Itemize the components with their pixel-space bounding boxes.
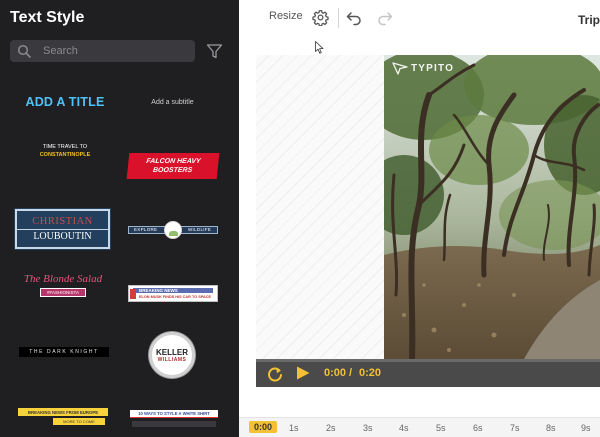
style-tile-white-shirt[interactable]: 10 WAYS TO STYLE A WHITE SHIRT xyxy=(130,410,218,430)
tile-label: BREAKING NEWS xyxy=(139,288,178,293)
tile-label: 10 WAYS TO STYLE A WHITE SHIRT xyxy=(130,410,218,418)
mouse-cursor-icon xyxy=(315,41,324,54)
app: Text Style ADD A TITLE Add a subtitle TI… xyxy=(0,0,600,437)
style-tile-dark-knight[interactable]: THE DARK KNIGHT xyxy=(19,347,109,357)
time-separator: / xyxy=(349,367,353,379)
replay-icon[interactable] xyxy=(266,365,284,383)
tile-thumbnail xyxy=(164,221,182,239)
filter-icon[interactable] xyxy=(206,43,223,60)
timeline-tick[interactable]: 1s xyxy=(289,423,299,433)
tile-label: KELLER xyxy=(156,347,188,357)
panel-title: Text Style xyxy=(10,9,85,26)
timeline-tick[interactable]: 7s xyxy=(510,423,520,433)
style-tile-add-title[interactable]: ADD A TITLE xyxy=(20,92,110,112)
tile-label: MORE TO COME xyxy=(53,418,105,425)
tile-label: CONSTANTINOPLE xyxy=(39,152,91,158)
search-icon xyxy=(17,44,31,58)
play-icon[interactable] xyxy=(296,366,310,380)
watermark-text: TYPITO xyxy=(411,63,455,74)
style-tile-add-subtitle[interactable]: Add a subtitle xyxy=(140,94,205,110)
timeline-tick[interactable]: 4s xyxy=(399,423,409,433)
timeline-tick[interactable]: 2s xyxy=(326,423,336,433)
tile-label: FALCON HEAVY xyxy=(145,158,201,165)
tile-label: TIME TRAVEL TO xyxy=(42,144,88,150)
tile-label: LOUBOUTIN xyxy=(33,230,92,242)
search-input[interactable] xyxy=(43,40,191,62)
tile-bar xyxy=(132,421,216,427)
tile-marker xyxy=(130,289,136,299)
tile-label: CHRISTIAN xyxy=(32,215,93,227)
style-tile-explore-wildlife[interactable]: EXPLORE WILDLIFE xyxy=(128,221,218,239)
text-style-panel: Text Style ADD A TITLE Add a subtitle TI… xyxy=(0,0,239,437)
tile-label: EXPLORE xyxy=(134,227,158,232)
typito-logo-icon xyxy=(392,62,408,75)
typito-watermark: TYPITO xyxy=(392,62,454,75)
timeline-tick[interactable]: 3s xyxy=(363,423,373,433)
progress-track[interactable] xyxy=(256,359,600,362)
toolbar-divider xyxy=(338,8,339,28)
tile-row: LOUBOUTIN xyxy=(17,228,108,244)
video-canvas[interactable]: TYPITO xyxy=(256,55,600,359)
search-box[interactable] xyxy=(10,40,195,62)
undo-icon[interactable] xyxy=(346,10,362,26)
timeline-tick[interactable]: 8s xyxy=(546,423,556,433)
tile-label: WILDLIFE xyxy=(188,227,212,232)
project-title[interactable]: Trip xyxy=(578,13,600,27)
editor-toolbar: Resize Trip xyxy=(239,0,600,40)
style-tile-time-travel[interactable]: TIME TRAVEL TO CONSTANTINOPLE xyxy=(30,138,100,164)
forest-image xyxy=(384,55,600,359)
redo-icon[interactable] xyxy=(377,10,393,26)
tile-label: THE DARK KNIGHT xyxy=(29,349,99,355)
total-duration: 0:20 xyxy=(359,367,382,379)
player-controls: 0:00 / 0:20 xyxy=(256,359,600,387)
resize-button[interactable]: Resize xyxy=(269,10,303,22)
current-time: 0:00 xyxy=(324,367,347,379)
tile-label: WILLIAMS xyxy=(157,356,187,363)
style-tile-keller-williams[interactable]: KELLER WILLIAMS xyxy=(149,332,195,378)
timeline-tick[interactable]: 9s xyxy=(581,423,591,433)
tile-label: ADD A TITLE xyxy=(25,95,105,109)
tile-label: BREAKING NEWS FROM EUROPE xyxy=(18,408,108,416)
tile-label: ELON MUSK FINDS HIS CAR TO SPACE xyxy=(139,295,212,299)
timeline-tick[interactable]: 5s xyxy=(436,423,446,433)
style-tile-falcon-heavy[interactable]: FALCON HEAVY BOOSTERS xyxy=(126,153,220,179)
tile-label: BOOSTERS xyxy=(152,167,193,174)
style-tile-breaking-news[interactable]: BREAKING NEWS ELON MUSK FINDS HIS CAR TO… xyxy=(128,285,218,302)
style-tile-christian-louboutin[interactable]: CHRISTIAN LOUBOUTIN xyxy=(14,208,111,250)
style-tile-blonde-salad[interactable]: The Blonde Salad #FASHIONISTA xyxy=(18,270,108,300)
tile-label: #FASHIONISTA xyxy=(40,288,86,297)
tile-label: The Blonde Salad xyxy=(23,273,103,285)
style-tile-yellow-news[interactable]: BREAKING NEWS FROM EUROPE MORE TO COME xyxy=(18,408,108,430)
timeline-ruler[interactable]: 0:00 1s 2s 3s 4s 5s 6s 7s 8s 9s xyxy=(239,417,600,437)
gear-icon[interactable] xyxy=(312,9,329,26)
timeline-tick[interactable]: 6s xyxy=(473,423,483,433)
video-frame[interactable]: TYPITO xyxy=(384,55,600,359)
timeline-current-marker[interactable]: 0:00 xyxy=(249,421,278,433)
tile-label: Add a subtitle xyxy=(151,98,194,106)
